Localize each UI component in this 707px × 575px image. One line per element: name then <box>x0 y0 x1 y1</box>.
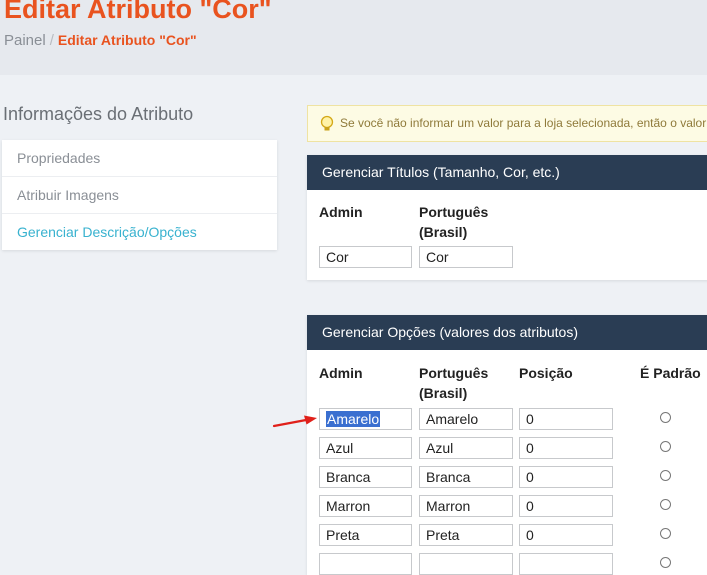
page-header: Editar Atributo "Cor" Painel / Editar Atri… <box>0 0 707 75</box>
option-default-radio[interactable] <box>660 528 671 539</box>
option-default-radio[interactable] <box>660 499 671 510</box>
options-col-position: Posição <box>519 365 573 381</box>
red-arrow-annotation <box>272 415 317 428</box>
option-admin-input[interactable]: Marron <box>319 495 412 517</box>
sidebar-item-assign-images[interactable]: Atribuir Imagens <box>2 177 277 214</box>
option-admin-input[interactable]: Amarelo <box>319 408 412 430</box>
option-default-radio[interactable] <box>660 441 671 452</box>
options-panel-heading: Gerenciar Opções (valores dos atributos) <box>307 315 707 350</box>
sidebar-title: Informações do Atributo <box>3 104 194 124</box>
titles-col-admin: Admin <box>319 204 363 220</box>
option-position-input[interactable]: 0 <box>519 408 613 430</box>
option-portuguese-input[interactable] <box>419 553 513 575</box>
option-admin-input[interactable]: Preta <box>319 524 412 546</box>
option-default-radio[interactable] <box>660 557 671 568</box>
option-position-input[interactable]: 0 <box>519 524 613 546</box>
option-portuguese-input[interactable]: Branca <box>419 466 513 488</box>
options-col-default: É Padrão <box>640 365 701 381</box>
option-position-input[interactable]: 0 <box>519 466 613 488</box>
page-title: Editar Atributo "Cor" <box>4 0 272 24</box>
option-admin-input[interactable]: Branca <box>319 466 412 488</box>
titles-panel-heading: Gerenciar Títulos (Tamanho, Cor, etc.) <box>307 155 707 190</box>
option-position-input[interactable]: 0 <box>519 437 613 459</box>
lightbulb-icon <box>320 115 334 131</box>
options-panel: Gerenciar Opções (valores dos atributos)… <box>307 315 707 575</box>
titles-col-portuguese-region: (Brasil) <box>419 224 468 240</box>
title-admin-input[interactable]: Cor <box>319 246 412 268</box>
breadcrumb-home-link[interactable]: Painel <box>4 32 46 49</box>
option-admin-input[interactable]: Azul <box>319 437 412 459</box>
options-col-portuguese-region: (Brasil) <box>419 385 468 401</box>
option-position-input[interactable] <box>519 553 613 575</box>
notice-text: Se você não informar um valor para a loj… <box>340 116 707 130</box>
breadcrumb-current: Editar Atributo "Cor" <box>57 32 197 48</box>
sidebar-menu: Propriedades Atribuir Imagens Gerenciar … <box>2 140 277 250</box>
sidebar-item-properties[interactable]: Propriedades <box>2 140 277 177</box>
title-portuguese-input[interactable]: Cor <box>419 246 513 268</box>
option-portuguese-input[interactable]: Preta <box>419 524 513 546</box>
store-value-notice: Se você não informar um valor para a loj… <box>307 105 707 142</box>
breadcrumb: Painel / Editar Atributo "Cor" <box>4 32 197 49</box>
options-col-admin: Admin <box>319 365 363 381</box>
titles-panel: Gerenciar Títulos (Tamanho, Cor, etc.) A… <box>307 155 707 280</box>
option-portuguese-input[interactable]: Amarelo <box>419 408 513 430</box>
titles-col-portuguese: Português <box>419 204 489 220</box>
breadcrumb-separator: / <box>49 32 54 49</box>
option-default-radio[interactable] <box>660 412 671 423</box>
option-admin-input[interactable] <box>319 553 412 575</box>
options-col-portuguese: Português <box>419 365 489 381</box>
option-position-input[interactable]: 0 <box>519 495 613 517</box>
option-default-radio[interactable] <box>660 470 671 481</box>
sidebar-item-manage-options[interactable]: Gerenciar Descrição/Opções <box>2 214 277 250</box>
option-portuguese-input[interactable]: Marron <box>419 495 513 517</box>
option-portuguese-input[interactable]: Azul <box>419 437 513 459</box>
selected-text: Amarelo <box>326 411 381 427</box>
